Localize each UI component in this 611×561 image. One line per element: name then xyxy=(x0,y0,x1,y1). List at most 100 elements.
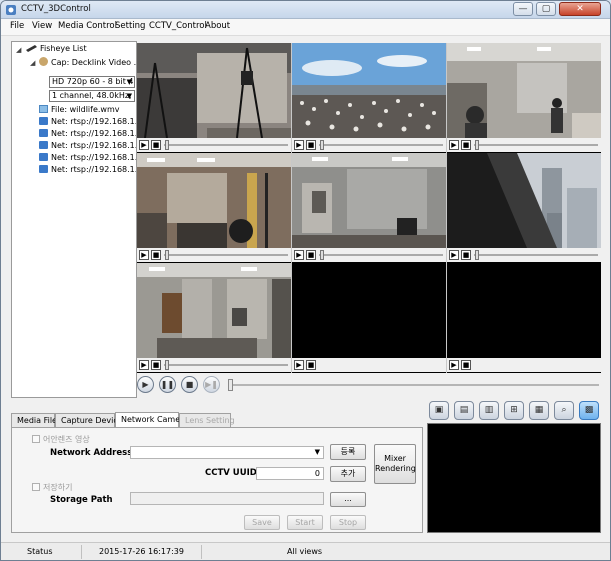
layout-nine-icon[interactable]: ▩ xyxy=(579,401,599,420)
cell-stop-button[interactable]: ■ xyxy=(461,360,471,370)
menu-about[interactable]: About xyxy=(205,21,230,31)
cell-seek-thumb[interactable] xyxy=(320,250,324,260)
seek-thumb[interactable] xyxy=(228,379,233,391)
tree-capture[interactable]: Cap: Decklink Video ... xyxy=(39,57,136,69)
start-button[interactable]: Start xyxy=(287,515,323,530)
video-cell[interactable]: ▶ ■ xyxy=(137,263,291,373)
cell-seek-track[interactable] xyxy=(319,254,443,256)
tree-net-item[interactable]: Net: rtsp://192.168.1... xyxy=(39,165,136,177)
cell-play-button[interactable]: ▶ xyxy=(139,250,149,260)
fisheye-checkbox[interactable] xyxy=(32,435,40,443)
cell-stop-button[interactable]: ■ xyxy=(306,140,316,150)
cell-stop-button[interactable]: ■ xyxy=(151,360,161,370)
layout-grid-icon[interactable]: ▦ xyxy=(529,401,549,420)
cell-play-button[interactable]: ▶ xyxy=(449,250,459,260)
cell-seek-thumb[interactable] xyxy=(165,250,169,260)
cell-stop-button[interactable]: ■ xyxy=(151,250,161,260)
video-cell[interactable]: ▶ ■ xyxy=(137,43,291,153)
cell-seek-thumb[interactable] xyxy=(165,360,169,370)
cell-seek-thumb[interactable] xyxy=(165,140,169,150)
cell-stop-button[interactable]: ■ xyxy=(151,140,161,150)
next-button[interactable]: ▶❚ xyxy=(203,376,220,393)
cell-stop-button[interactable]: ■ xyxy=(461,250,471,260)
cell-stop-button[interactable]: ■ xyxy=(306,360,316,370)
cctv-uuid-label: CCTV UUID : xyxy=(205,468,264,478)
cell-play-button[interactable]: ▶ xyxy=(449,360,459,370)
menu-media-control[interactable]: Media Control xyxy=(58,21,117,31)
menu-cctv-control[interactable]: CCTV_Control xyxy=(149,21,207,31)
menu-view[interactable]: View xyxy=(32,21,52,31)
cell-controls: ▶ ■ xyxy=(292,358,446,372)
cell-seek-track[interactable] xyxy=(474,254,598,256)
cell-stop-button[interactable]: ■ xyxy=(306,250,316,260)
cell-play-button[interactable]: ▶ xyxy=(294,250,304,260)
chevron-down-icon: ▼ xyxy=(126,92,132,100)
layout-quad-icon[interactable]: ⊞ xyxy=(504,401,524,420)
video-cell[interactable]: ▶ ■ xyxy=(447,43,601,153)
cell-seek-track[interactable] xyxy=(164,254,288,256)
status-timestamp: 2015-17-26 16:17:39 xyxy=(99,547,184,556)
tree-net-item[interactable]: Net: rtsp://192.168.1... xyxy=(39,129,136,141)
tree-root[interactable]: Fisheye List xyxy=(26,44,87,56)
tree-file[interactable]: File: wildlife.wmv xyxy=(39,105,120,117)
mixer-rendering-button[interactable]: Mixer Rendering xyxy=(374,444,416,484)
cctv-uuid-input[interactable]: 0 xyxy=(256,467,324,480)
window-title: CCTV_3DControl xyxy=(21,4,91,14)
save-button[interactable]: Save xyxy=(244,515,280,530)
cell-play-button[interactable]: ▶ xyxy=(294,140,304,150)
chevron-down-icon: ▼ xyxy=(126,78,132,86)
layout-single-icon[interactable]: ▣ xyxy=(429,401,449,420)
chevron-down-icon: ▼ xyxy=(314,448,320,456)
cell-seek-track[interactable] xyxy=(164,144,288,146)
cell-seek-thumb[interactable] xyxy=(320,140,324,150)
video-cell[interactable]: ▶ ■ xyxy=(447,263,601,373)
stop-button[interactable]: ■ xyxy=(181,376,198,393)
record-checkbox[interactable] xyxy=(32,483,40,491)
zoom-icon[interactable]: ⌕ xyxy=(554,401,574,420)
maximize-button[interactable]: ▢ xyxy=(536,2,556,16)
add-button[interactable]: 추가 xyxy=(330,466,366,482)
video-cell[interactable]: ▶ ■ xyxy=(292,263,446,373)
tree-net-item[interactable]: Net: rtsp://192.168.1... xyxy=(39,141,136,153)
cell-seek-thumb[interactable] xyxy=(475,250,479,260)
tab-lens-setting[interactable]: Lens Setting xyxy=(179,413,235,427)
audio-format-dropdown[interactable]: 1 channel, 48.0kHz, ▼ xyxy=(49,90,135,102)
video-frame xyxy=(292,263,446,358)
seek-track[interactable] xyxy=(229,384,599,386)
browse-button[interactable]: ... xyxy=(330,492,366,507)
expand-arrow-icon[interactable]: ◢ xyxy=(30,59,35,67)
tab-media-file[interactable]: Media File xyxy=(11,413,57,427)
minimize-button[interactable]: — xyxy=(513,2,533,16)
network-address-input[interactable]: ▼ xyxy=(130,446,324,459)
stop-record-button[interactable]: Stop xyxy=(330,515,366,530)
video-cell[interactable]: ▶ ■ xyxy=(447,153,601,263)
layout-two-icon[interactable]: ▤ xyxy=(454,401,474,420)
expand-arrow-icon[interactable]: ◢ xyxy=(16,46,21,54)
app-icon xyxy=(6,5,16,15)
close-button[interactable]: ✕ xyxy=(559,2,601,16)
tree-net-item[interactable]: Net: rtsp://192.168.1... xyxy=(39,117,136,129)
pause-button[interactable]: ❚❚ xyxy=(159,376,176,393)
cell-seek-track[interactable] xyxy=(164,364,288,366)
cell-play-button[interactable]: ▶ xyxy=(139,360,149,370)
layout-three-icon[interactable]: ▥ xyxy=(479,401,499,420)
storage-path-input[interactable] xyxy=(130,492,324,505)
video-format-dropdown[interactable]: HD 720p 60 - 8 bit 4 ▼ xyxy=(49,76,135,88)
video-cell[interactable]: ▶ ■ xyxy=(137,153,291,263)
play-button[interactable]: ▶ xyxy=(137,376,154,393)
tab-capture-device[interactable]: Capture Device xyxy=(55,413,123,427)
cell-play-button[interactable]: ▶ xyxy=(139,140,149,150)
register-button[interactable]: 등록 xyxy=(330,444,366,460)
video-cell[interactable]: ▶ ■ xyxy=(292,43,446,153)
menu-setting[interactable]: Setting xyxy=(115,21,145,31)
cell-stop-button[interactable]: ■ xyxy=(461,140,471,150)
cell-seek-thumb[interactable] xyxy=(475,140,479,150)
cell-seek-track[interactable] xyxy=(474,144,598,146)
video-cell[interactable]: ▶ ■ xyxy=(292,153,446,263)
cell-play-button[interactable]: ▶ xyxy=(449,140,459,150)
cell-play-button[interactable]: ▶ xyxy=(294,360,304,370)
tree-net-item[interactable]: Net: rtsp://192.168.1... xyxy=(39,153,136,165)
tab-network-camera[interactable]: Network Camera xyxy=(115,412,188,427)
cell-seek-track[interactable] xyxy=(319,144,443,146)
menu-file[interactable]: File xyxy=(10,21,24,31)
